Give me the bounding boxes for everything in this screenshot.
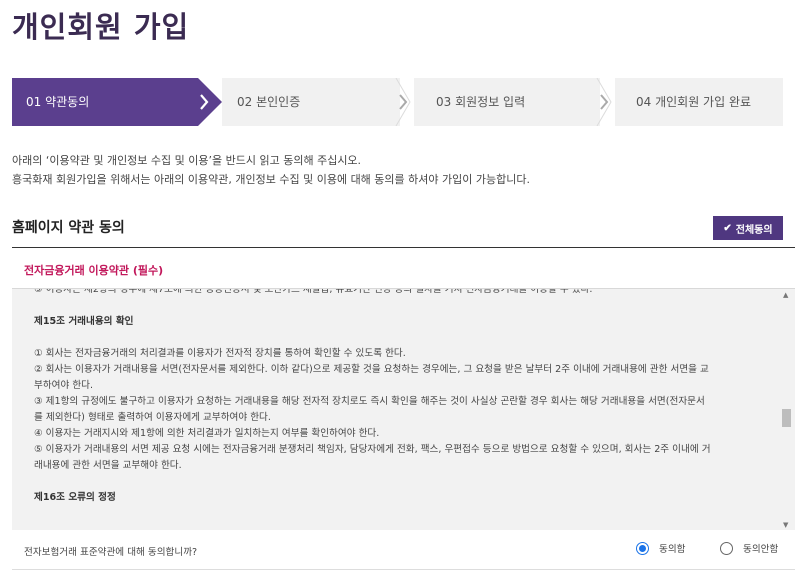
step-1: 01 약관동의 — [12, 78, 198, 126]
chevron-right-icon — [596, 78, 615, 126]
step-2: 02 본인인증 — [222, 78, 400, 126]
page-title: 개인회원 가입 — [12, 10, 190, 44]
terms-line: ① 회사는 전자금융거래의 처리결과를 이용자가 전자적 장치를 통하여 확인할… — [34, 348, 406, 359]
intro-line-2: 흥국화재 회원가입을 위해서는 아래의 이용약관, 개인정보 수집 및 이용에 … — [12, 173, 530, 186]
terms-line: ③ 제1항의 규정에도 불구하고 이용자가 요청하는 거래내용을 해당 전자적 … — [34, 396, 705, 407]
scrollbar-thumb[interactable] — [782, 409, 791, 427]
agree-all-button[interactable]: ✔ 전체동의 — [713, 216, 783, 240]
bottom-divider — [12, 569, 795, 570]
section-title: 홈페이지 약관 동의 — [12, 220, 125, 236]
consent-question: 전자보험거래 표준약관에 대해 동의합니까? — [24, 547, 198, 558]
intro-line-1: 아래의 ‘이용약관 및 개인정보 수집 및 이용’을 반드시 읽고 동의해 주십… — [12, 154, 362, 167]
step-1-label: 01 약관동의 — [26, 95, 90, 109]
chevron-right-icon — [200, 94, 209, 110]
terms-scroll-box[interactable]: ③ 이용자는 제2항의 경우에 제7조에 의한 공동인증서 및 보안카드 재발급… — [12, 288, 795, 530]
terms-blank-line — [34, 298, 769, 314]
disagree-radio-label: 동의안함 — [743, 544, 779, 555]
radio-unselected-icon[interactable] — [720, 541, 733, 555]
step-2-label: 02 본인인증 — [237, 95, 301, 109]
terms-line: 부하여야 한다. — [34, 380, 94, 391]
terms-content: ③ 이용자는 제2항의 경우에 제7조에 의한 공동인증서 및 보안카드 재발급… — [34, 288, 769, 506]
agree-radio-label: 동의함 — [659, 544, 686, 555]
terms-scrollbar[interactable]: ▲ ▼ — [778, 289, 795, 530]
step-3-label: 03 회원정보 입력 — [436, 95, 526, 109]
terms-line: ② 회사는 이용자가 거래내용을 서면(전자문서를 제외한다. 이하 같다)으로… — [34, 364, 709, 375]
chevron-right-icon — [395, 78, 414, 126]
terms-line: 래내용에 관한 서면을 교부해야 한다. — [34, 460, 182, 471]
signup-steps: 01 약관동의 02 본인인증 03 회원정보 입력 04 개인회원 가입 완료 — [12, 78, 783, 126]
terms-blank-line — [34, 330, 769, 346]
terms-line: ④ 이용자는 거래지시와 제1항에 의한 처리결과가 일치하는지 여부를 확인하… — [34, 428, 380, 439]
terms-line: ③ 이용자는 제2항의 경우에 제7조에 의한 공동인증서 및 보안카드 재발급… — [34, 288, 593, 295]
radio-selected-icon[interactable] — [636, 541, 649, 555]
scroll-up-icon[interactable]: ▲ — [783, 291, 788, 299]
disagree-radio[interactable]: 동의안함 — [720, 541, 778, 555]
terms-line: ⑤ 이용자가 거래내용의 서면 제공 요청 시에는 전자금융거래 분쟁처리 책임… — [34, 444, 711, 455]
check-icon: ✔ — [723, 222, 732, 234]
agree-radio[interactable]: 동의함 — [636, 541, 685, 555]
terms-blank-line — [34, 474, 769, 490]
terms-article-heading: 제16조 오류의 정정 — [34, 492, 116, 503]
terms-line: 를 제외한다) 형태로 출력하여 이용자에게 교부하여야 한다. — [34, 412, 271, 423]
agree-all-label: 전체동의 — [735, 224, 773, 236]
step-4: 04 개인회원 가입 완료 — [615, 78, 783, 126]
step-3: 03 회원정보 입력 — [414, 78, 600, 126]
step-4-label: 04 개인회원 가입 완료 — [636, 95, 752, 109]
intro-text: 아래의 ‘이용약관 및 개인정보 수집 및 이용’을 반드시 읽고 동의해 주십… — [12, 151, 530, 189]
terms-article-heading: 제15조 거래내용의 확인 — [34, 316, 134, 327]
section-divider — [12, 247, 795, 248]
scroll-down-icon[interactable]: ▼ — [783, 521, 788, 529]
terms-name: 전자금융거래 이용약관 (필수) — [24, 264, 164, 277]
